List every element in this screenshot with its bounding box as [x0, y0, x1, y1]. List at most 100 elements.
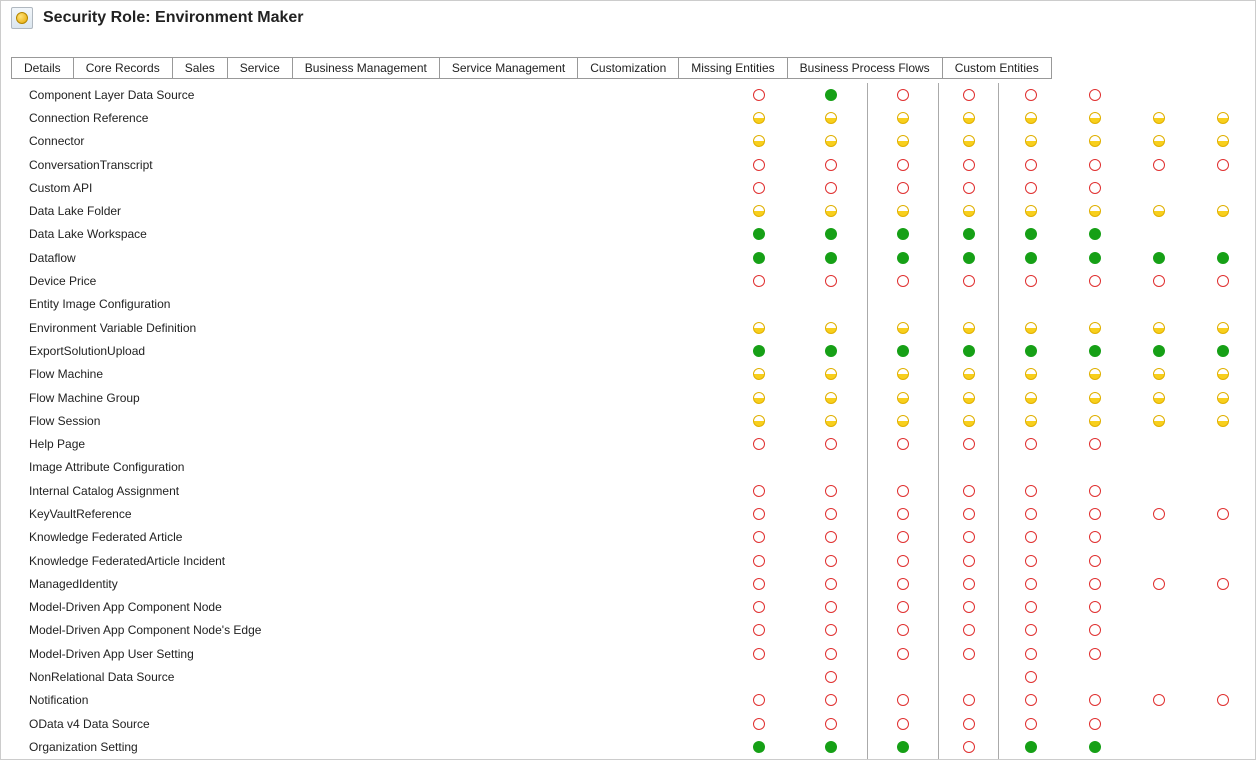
- perm-user-icon[interactable]: [1217, 415, 1229, 427]
- perm-cell[interactable]: [723, 409, 795, 432]
- perm-cell[interactable]: [867, 526, 939, 549]
- perm-org-icon[interactable]: [897, 228, 909, 240]
- perm-cell[interactable]: [795, 642, 867, 665]
- perm-org-icon[interactable]: [825, 228, 837, 240]
- perm-cell[interactable]: [999, 269, 1063, 292]
- perm-none-icon[interactable]: [753, 694, 765, 706]
- perm-cell[interactable]: [867, 689, 939, 712]
- perm-none-icon[interactable]: [1025, 531, 1037, 543]
- perm-org-icon[interactable]: [963, 345, 975, 357]
- perm-cell[interactable]: [939, 572, 999, 595]
- perm-cell[interactable]: [795, 269, 867, 292]
- perm-cell[interactable]: [939, 642, 999, 665]
- perm-cell[interactable]: [999, 712, 1063, 735]
- perm-cell[interactable]: [999, 409, 1063, 432]
- perm-cell[interactable]: [1063, 106, 1127, 129]
- perm-cell[interactable]: [1127, 130, 1191, 153]
- tab-customization[interactable]: Customization: [577, 57, 679, 79]
- perm-none-icon[interactable]: [963, 531, 975, 543]
- perm-org-icon[interactable]: [753, 741, 765, 753]
- perm-cell[interactable]: [1127, 572, 1191, 595]
- perm-org-icon[interactable]: [1025, 228, 1037, 240]
- perm-none-icon[interactable]: [897, 89, 909, 101]
- perm-none-icon[interactable]: [1089, 438, 1101, 450]
- perm-user-icon[interactable]: [825, 322, 837, 334]
- perm-none-icon[interactable]: [897, 438, 909, 450]
- perm-cell[interactable]: [867, 199, 939, 222]
- perm-cell[interactable]: [1127, 432, 1191, 455]
- perm-user-icon[interactable]: [1089, 392, 1101, 404]
- perm-cell[interactable]: [939, 665, 999, 688]
- perm-cell[interactable]: [1127, 619, 1191, 642]
- perm-cell[interactable]: [1191, 130, 1255, 153]
- perm-cell[interactable]: [1191, 572, 1255, 595]
- perm-none-icon[interactable]: [825, 671, 837, 683]
- perm-cell[interactable]: [999, 502, 1063, 525]
- perm-user-icon[interactable]: [753, 415, 765, 427]
- perm-none-icon[interactable]: [1153, 694, 1165, 706]
- perm-none-icon[interactable]: [825, 182, 837, 194]
- perm-cell[interactable]: [1191, 596, 1255, 619]
- perm-cell[interactable]: [1191, 83, 1255, 106]
- perm-user-icon[interactable]: [1089, 205, 1101, 217]
- perm-none-icon[interactable]: [1025, 275, 1037, 287]
- perm-cell[interactable]: [867, 479, 939, 502]
- perm-cell[interactable]: [867, 642, 939, 665]
- perm-cell[interactable]: [999, 456, 1063, 479]
- perm-cell[interactable]: [867, 596, 939, 619]
- tab-service[interactable]: Service: [227, 57, 293, 79]
- perm-user-icon[interactable]: [753, 322, 765, 334]
- perm-cell[interactable]: [867, 176, 939, 199]
- perm-cell[interactable]: [1191, 316, 1255, 339]
- perm-cell[interactable]: [939, 339, 999, 362]
- perm-cell[interactable]: [867, 153, 939, 176]
- perm-cell[interactable]: [795, 83, 867, 106]
- perm-none-icon[interactable]: [1089, 275, 1101, 287]
- perm-user-icon[interactable]: [1089, 112, 1101, 124]
- perm-cell[interactable]: [1191, 246, 1255, 269]
- perm-cell[interactable]: [795, 130, 867, 153]
- perm-none-icon[interactable]: [963, 601, 975, 613]
- perm-cell[interactable]: [1127, 269, 1191, 292]
- perm-none-icon[interactable]: [897, 648, 909, 660]
- perm-none-icon[interactable]: [1089, 578, 1101, 590]
- perm-cell[interactable]: [1127, 293, 1191, 316]
- perm-cell[interactable]: [795, 386, 867, 409]
- perm-org-icon[interactable]: [1089, 252, 1101, 264]
- perm-cell[interactable]: [999, 386, 1063, 409]
- perm-none-icon[interactable]: [753, 624, 765, 636]
- perm-cell[interactable]: [1127, 223, 1191, 246]
- tab-details[interactable]: Details: [11, 57, 74, 79]
- perm-org-icon[interactable]: [1217, 252, 1229, 264]
- perm-cell[interactable]: [1191, 665, 1255, 688]
- perm-cell[interactable]: [867, 549, 939, 572]
- perm-none-icon[interactable]: [1089, 485, 1101, 497]
- perm-cell[interactable]: [795, 432, 867, 455]
- perm-none-icon[interactable]: [963, 485, 975, 497]
- perm-cell[interactable]: [1063, 689, 1127, 712]
- perm-none-icon[interactable]: [1025, 671, 1037, 683]
- perm-cell[interactable]: [795, 526, 867, 549]
- perm-cell[interactable]: [1191, 619, 1255, 642]
- perm-cell[interactable]: [723, 432, 795, 455]
- perm-cell[interactable]: [939, 106, 999, 129]
- perm-none-icon[interactable]: [1089, 648, 1101, 660]
- perm-cell[interactable]: [723, 106, 795, 129]
- perm-org-icon[interactable]: [963, 252, 975, 264]
- perm-cell[interactable]: [939, 526, 999, 549]
- perm-cell[interactable]: [1063, 246, 1127, 269]
- perm-user-icon[interactable]: [897, 392, 909, 404]
- perm-cell[interactable]: [1127, 176, 1191, 199]
- perm-none-icon[interactable]: [825, 648, 837, 660]
- perm-none-icon[interactable]: [963, 624, 975, 636]
- perm-none-icon[interactable]: [1025, 89, 1037, 101]
- perm-user-icon[interactable]: [1217, 368, 1229, 380]
- perm-cell[interactable]: [939, 363, 999, 386]
- perm-cell[interactable]: [867, 572, 939, 595]
- perm-cell[interactable]: [999, 176, 1063, 199]
- perm-none-icon[interactable]: [1153, 508, 1165, 520]
- perm-cell[interactable]: [999, 106, 1063, 129]
- perm-none-icon[interactable]: [1217, 275, 1229, 287]
- perm-org-icon[interactable]: [897, 741, 909, 753]
- perm-org-icon[interactable]: [753, 228, 765, 240]
